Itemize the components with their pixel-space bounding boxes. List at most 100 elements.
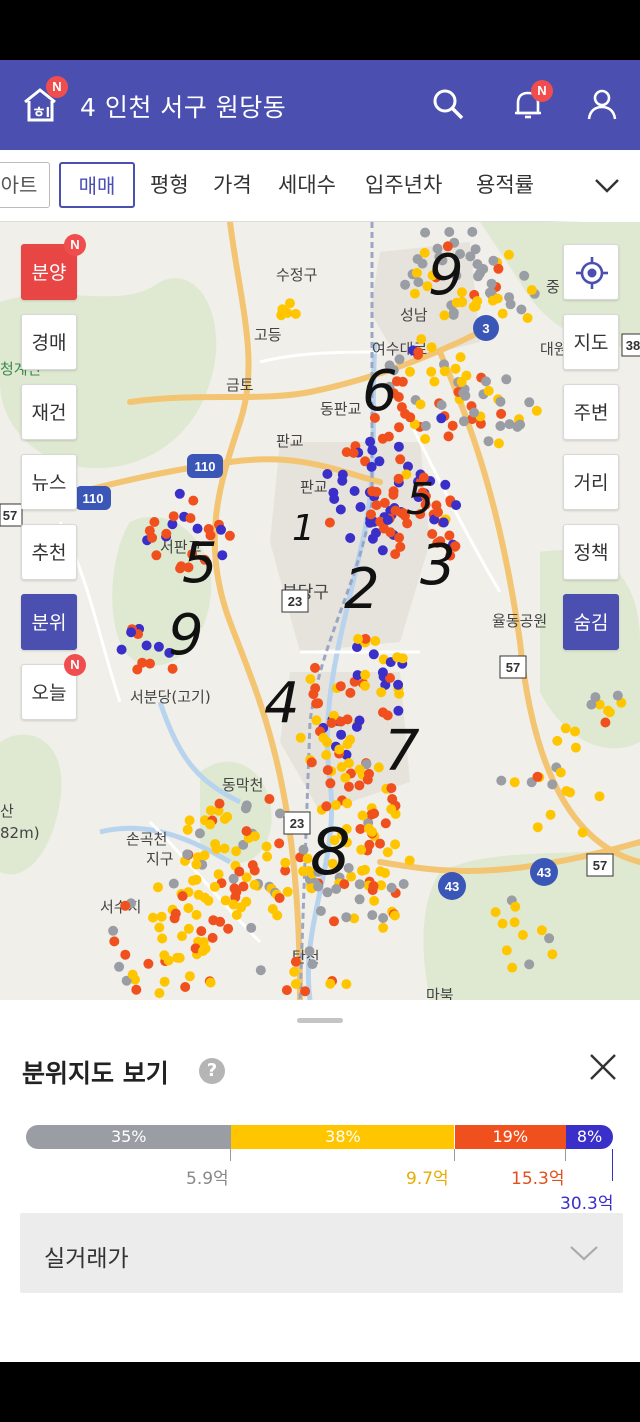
price-dot[interactable] xyxy=(394,688,405,699)
price-dot[interactable] xyxy=(438,517,449,528)
price-dot[interactable] xyxy=(386,804,397,815)
price-dot[interactable] xyxy=(336,729,347,740)
map-type-button[interactable]: 지도 xyxy=(563,314,619,370)
price-dot[interactable] xyxy=(219,843,230,854)
price-dot[interactable] xyxy=(363,823,374,834)
price-dot[interactable] xyxy=(447,420,458,431)
price-dot[interactable] xyxy=(315,906,326,916)
chip-partial[interactable]: 아트 xyxy=(0,162,50,208)
price-dot[interactable] xyxy=(148,912,158,923)
recommend-button[interactable]: 추천 xyxy=(21,524,77,580)
price-dot[interactable] xyxy=(325,978,336,989)
price-dot[interactable] xyxy=(131,984,142,995)
price-dot[interactable] xyxy=(172,952,183,963)
price-dot[interactable] xyxy=(345,687,356,698)
price-dot[interactable] xyxy=(360,680,370,691)
price-dot[interactable] xyxy=(156,911,167,922)
price-dot[interactable] xyxy=(349,486,360,496)
price-dot[interactable] xyxy=(377,667,388,678)
price-dot[interactable] xyxy=(198,937,209,948)
price-dot[interactable] xyxy=(436,400,447,410)
price-dot[interactable] xyxy=(354,894,365,905)
price-dot[interactable] xyxy=(373,762,384,773)
price-dot[interactable] xyxy=(377,545,388,556)
price-dot[interactable] xyxy=(306,757,317,768)
price-dot[interactable] xyxy=(108,925,119,936)
price-dot[interactable] xyxy=(544,933,555,944)
price-dot[interactable] xyxy=(127,969,138,980)
auction-button[interactable]: 경매 xyxy=(21,314,77,370)
price-dot[interactable] xyxy=(547,949,558,960)
price-dot[interactable] xyxy=(532,771,543,782)
price-dot[interactable] xyxy=(305,674,316,685)
price-dot[interactable] xyxy=(223,923,234,934)
price-dot[interactable] xyxy=(417,258,428,269)
price-dot[interactable] xyxy=(519,270,530,281)
price-dot[interactable] xyxy=(510,901,521,912)
price-dot[interactable] xyxy=(143,958,154,969)
user-icon[interactable] xyxy=(584,86,620,122)
price-dot[interactable] xyxy=(420,420,431,431)
price-dot[interactable] xyxy=(209,881,220,892)
chip-sale[interactable]: 매매 xyxy=(59,162,135,208)
price-dot[interactable] xyxy=(281,985,292,996)
price-dot[interactable] xyxy=(354,780,365,791)
price-dot[interactable] xyxy=(490,907,501,918)
price-dot[interactable] xyxy=(275,808,285,819)
price-dot[interactable] xyxy=(229,883,240,894)
price-dot[interactable] xyxy=(387,794,398,804)
price-dot[interactable] xyxy=(196,926,207,937)
price-dot[interactable] xyxy=(367,910,378,921)
price-dot[interactable] xyxy=(310,662,320,673)
price-dot[interactable] xyxy=(600,717,611,728)
price-dot[interactable] xyxy=(547,779,558,790)
price-dot[interactable] xyxy=(440,479,451,490)
price-dot[interactable] xyxy=(153,882,163,893)
hide-button[interactable]: 숨김 xyxy=(563,594,619,650)
price-dot[interactable] xyxy=(351,721,362,732)
price-dot[interactable] xyxy=(369,895,380,906)
map-canvas[interactable]: 수정구 성남 여수대로 고등 금토 동판교 판교 판교 서판교 분당구 율동공원… xyxy=(0,222,640,1000)
my-location-button[interactable] xyxy=(563,244,619,300)
price-dot[interactable] xyxy=(392,652,403,663)
price-dot[interactable] xyxy=(147,532,158,543)
sheet-drag-handle[interactable] xyxy=(297,1018,343,1023)
price-dot[interactable] xyxy=(524,397,535,408)
price-dot[interactable] xyxy=(120,900,131,911)
price-dot[interactable] xyxy=(393,441,404,452)
price-dot[interactable] xyxy=(522,313,533,323)
price-dot[interactable] xyxy=(398,879,409,889)
price-dot[interactable] xyxy=(394,532,405,543)
price-dot[interactable] xyxy=(377,433,388,444)
price-dot[interactable] xyxy=(168,511,179,522)
price-dot[interactable] xyxy=(290,956,301,967)
price-dot[interactable] xyxy=(492,293,503,304)
price-dot[interactable] xyxy=(395,541,406,552)
price-dot[interactable] xyxy=(300,986,311,997)
price-dot[interactable] xyxy=(238,881,249,892)
price-dot[interactable] xyxy=(116,644,127,655)
price-dot[interactable] xyxy=(141,640,152,651)
policy-button[interactable]: 정책 xyxy=(563,524,619,580)
price-dot[interactable] xyxy=(389,910,400,921)
price-dot[interactable] xyxy=(367,885,378,896)
price-dot[interactable] xyxy=(183,923,194,934)
price-dot[interactable] xyxy=(207,932,218,943)
price-dot[interactable] xyxy=(390,839,401,850)
price-dot[interactable] xyxy=(555,767,566,778)
price-dot[interactable] xyxy=(145,658,155,669)
price-dot[interactable] xyxy=(507,962,518,973)
price-dot[interactable] xyxy=(531,405,542,416)
region-title[interactable]: 4 인천 서구 원당동 xyxy=(80,88,286,124)
price-dot[interactable] xyxy=(198,946,208,956)
quantile-button[interactable]: 분위 xyxy=(21,594,77,650)
price-dot[interactable] xyxy=(594,791,605,802)
price-dot[interactable] xyxy=(517,930,528,940)
price-dot[interactable] xyxy=(182,824,193,835)
price-dot[interactable] xyxy=(426,366,437,377)
price-dot[interactable] xyxy=(509,917,520,928)
price-dot[interactable] xyxy=(210,839,221,849)
price-dot[interactable] xyxy=(439,310,450,321)
price-dot[interactable] xyxy=(443,431,454,442)
price-dot[interactable] xyxy=(193,889,204,900)
